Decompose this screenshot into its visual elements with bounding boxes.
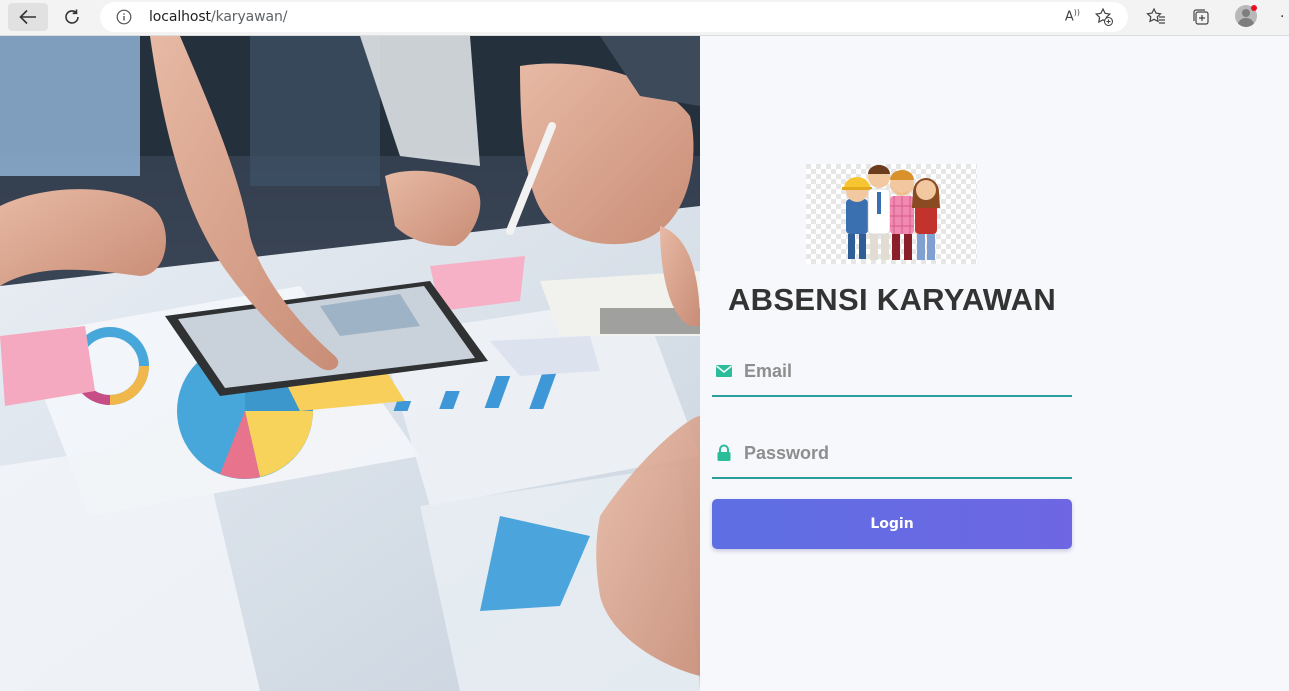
- address-bar[interactable]: localhost/karyawan/ A)): [100, 2, 1128, 32]
- browser-toolbar: localhost/karyawan/ A)) ·: [0, 0, 1289, 36]
- url-path: /karyawan/: [210, 9, 288, 25]
- reload-icon: [65, 9, 79, 24]
- envelope-icon: [716, 365, 732, 377]
- login-panel: ABSENSI KARYAWAN Login: [700, 36, 1289, 691]
- back-arrow-icon: [19, 9, 36, 25]
- password-field[interactable]: [712, 429, 1072, 479]
- info-icon[interactable]: [116, 9, 132, 25]
- more-icon[interactable]: ·: [1280, 9, 1284, 25]
- favorites-icon[interactable]: [1146, 7, 1166, 27]
- url-host: localhost: [149, 9, 211, 25]
- url-text[interactable]: localhost/karyawan/: [149, 9, 287, 25]
- email-field[interactable]: [712, 347, 1072, 397]
- email-input[interactable]: [744, 355, 1064, 387]
- reload-button[interactable]: [52, 3, 92, 31]
- login-button[interactable]: Login: [712, 499, 1072, 549]
- lock-icon: [717, 444, 731, 461]
- back-button[interactable]: [8, 3, 48, 31]
- workers-group-logo: [806, 164, 977, 264]
- notification-dot: [1251, 5, 1257, 11]
- app-title: ABSENSI KARYAWAN: [727, 282, 1057, 317]
- password-input[interactable]: [744, 437, 1064, 469]
- business-meeting-photo: [0, 36, 700, 691]
- read-aloud-label: A: [1064, 9, 1074, 25]
- collections-icon[interactable]: [1191, 7, 1211, 27]
- add-favorite-icon[interactable]: [1094, 7, 1114, 27]
- read-aloud-icon[interactable]: A)): [1065, 8, 1080, 24]
